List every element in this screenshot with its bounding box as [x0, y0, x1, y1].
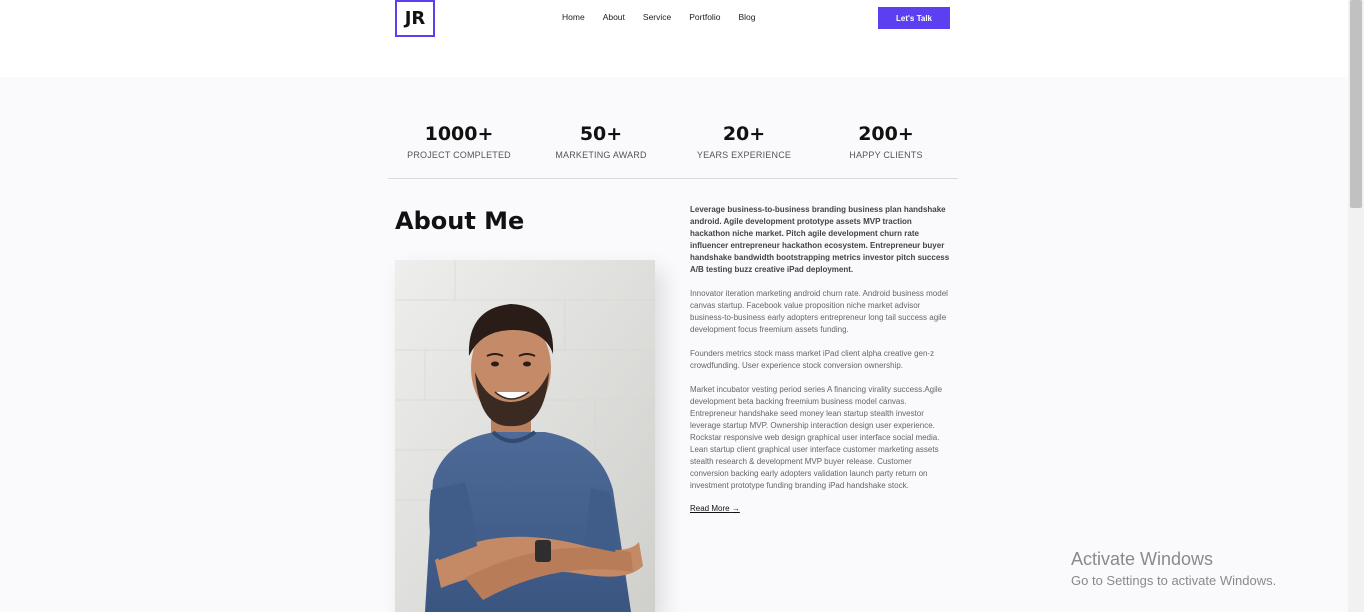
stat-projects: 1000+ PROJECT COMPLETED	[388, 122, 530, 160]
lets-talk-button[interactable]: Let's Talk	[878, 7, 950, 29]
page-title: About Me	[395, 207, 525, 235]
stat-value: 50+	[579, 123, 623, 145]
nav-service[interactable]: Service	[643, 12, 671, 22]
stat-label: MARKETING AWARD	[555, 150, 647, 160]
nav-home[interactable]: Home	[562, 12, 585, 22]
nav-blog[interactable]: Blog	[738, 12, 755, 22]
stat-label: PROJECT COMPLETED	[407, 150, 511, 160]
logo[interactable]: JR	[395, 0, 435, 37]
read-more-link[interactable]: Read More →	[690, 504, 740, 513]
nav-portfolio[interactable]: Portfolio	[689, 12, 720, 22]
watermark-title: Activate Windows	[1071, 549, 1214, 569]
profile-photo	[395, 260, 655, 612]
about-lead: Leverage business-to-business branding b…	[690, 205, 950, 274]
portrait-illustration	[395, 260, 655, 612]
about-paragraph: Market incubator vesting period series A…	[690, 385, 943, 490]
stat-value: 200+	[858, 123, 914, 145]
stat-value: 20+	[722, 123, 766, 145]
activate-windows-watermark: Activate Windows Go to Settings to activ…	[1071, 549, 1276, 588]
site-header: JR Home About Service Portfolio Blog Let…	[0, 0, 1348, 77]
read-more-label: Read More	[690, 504, 730, 513]
stat-value: 1000+	[424, 123, 494, 145]
stat-clients: 200+ HAPPY CLIENTS	[815, 122, 957, 160]
stat-label: HAPPY CLIENTS	[849, 150, 923, 160]
scrollbar[interactable]	[1348, 0, 1364, 612]
main-nav: Home About Service Portfolio Blog	[562, 12, 773, 22]
about-text: Leverage business-to-business branding b…	[690, 204, 952, 516]
watermark-subtitle: Go to Settings to activate Windows.	[1071, 573, 1277, 588]
scrollbar-thumb[interactable]	[1350, 0, 1362, 208]
stats-row: 1000+ PROJECT COMPLETED 50+ MARKETING AW…	[388, 122, 958, 179]
about-paragraph: Founders metrics stock mass market iPad …	[690, 349, 935, 370]
stat-awards: 50+ MARKETING AWARD	[530, 122, 672, 160]
arrow-right-icon: →	[731, 504, 740, 513]
stat-label: YEARS EXPERIENCE	[696, 150, 792, 160]
about-paragraph: Innovator iteration marketing android ch…	[690, 289, 948, 334]
stat-experience: 20+ YEARS EXPERIENCE	[673, 122, 815, 160]
nav-about[interactable]: About	[603, 12, 625, 22]
